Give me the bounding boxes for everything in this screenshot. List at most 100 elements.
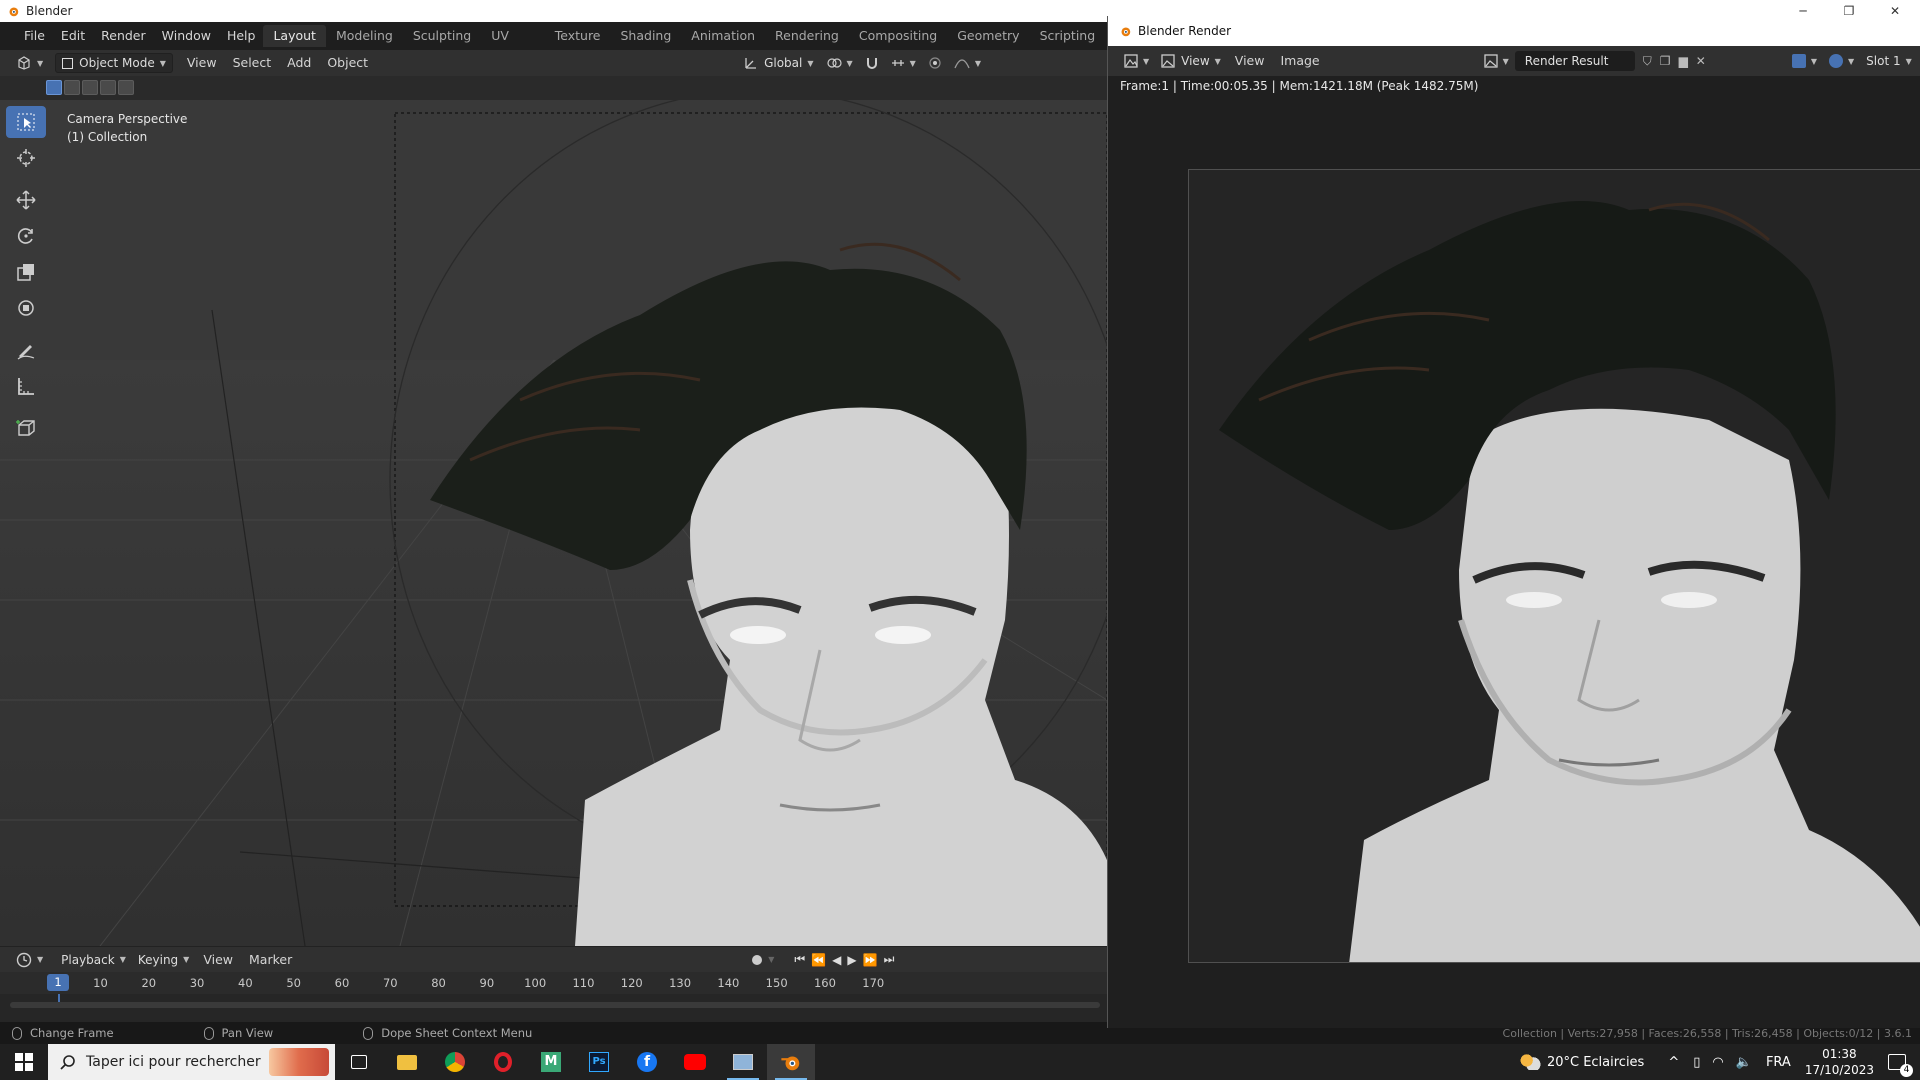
render-info-text: Frame:1 | Time:00:05.35 | Mem:1421.18M (… [1120,79,1479,93]
timeline-body[interactable] [0,994,1107,1022]
keying-menu[interactable]: Keying ▼ [132,950,195,970]
wifi-icon[interactable]: ◠ [1712,1055,1723,1070]
3d-viewport[interactable]: Camera Perspective (1) Collection [0,100,1107,946]
weather-text[interactable]: 20°C Eclaircies [1547,1055,1644,1070]
menu-edit[interactable]: Edit [53,25,93,47]
tab-sculpting[interactable]: Sculpting [403,25,481,47]
tab-uv-editing[interactable]: UV Editing [481,25,545,65]
annotate-tool[interactable] [6,334,46,366]
auto-keying-icon[interactable] [752,954,763,965]
timeline-view-menu[interactable]: View [195,949,241,971]
menu-file[interactable]: File [16,25,53,47]
taskbar-chrome[interactable] [431,1044,479,1080]
render-image-menu[interactable]: Image [1272,50,1327,72]
tab-texture-paint[interactable]: Texture Paint [545,25,611,65]
head-model[interactable] [430,242,1107,946]
render-view-menu[interactable]: View [1227,50,1273,72]
image-editor-icon [1124,54,1138,68]
taskbar-search-box[interactable]: Taper ici pour rechercher [48,1044,335,1080]
select-extend-mode-button[interactable] [64,80,80,95]
transform-tool[interactable] [6,292,46,324]
tab-shading[interactable]: Shading [611,25,682,47]
playback-menu[interactable]: Playback ▼ [55,950,132,970]
measure-tool[interactable] [6,370,46,402]
gizmo-toggle[interactable]: ▼ [1786,51,1823,71]
play-reverse-icon[interactable]: ◀ [832,953,841,967]
unlink-image-icon[interactable]: ✕ [1696,54,1706,68]
image-editor-type-button[interactable]: ▼ [1118,51,1155,71]
select-new-mode-button[interactable] [46,80,62,95]
select-intersect-mode-button[interactable] [118,80,134,95]
overlay-toggle[interactable]: ▼ [1823,51,1860,71]
opera-icon [494,1052,512,1072]
rotate-tool[interactable] [6,220,46,252]
taskbar-opera[interactable] [479,1044,527,1080]
device-icon[interactable]: ▯ [1693,1055,1700,1070]
tab-scripting[interactable]: Scripting [1030,25,1106,47]
jump-start-icon[interactable]: ⏮ [794,952,805,967]
jump-end-icon[interactable]: ⏭ [884,952,895,967]
object-mode-dropdown[interactable]: Object Mode ▼ [55,53,173,73]
proportional-falloff-dropdown[interactable]: ▼ [948,53,987,73]
menu-render[interactable]: Render [93,25,154,47]
fake-user-shield-icon[interactable]: ⛉ [1643,54,1652,69]
timeline-editor-type-button[interactable]: ▼ [10,950,49,970]
tab-geometry-nodes[interactable]: Geometry Nodes [947,25,1029,65]
volume-icon[interactable]: 🔈 [1736,1055,1752,1070]
tab-rendering[interactable]: Rendering [765,25,849,47]
taskbar-app-window[interactable] [719,1044,767,1080]
vp-menu-select[interactable]: Select [225,52,280,74]
language-indicator[interactable]: FRA [1766,1055,1791,1070]
select-box-tool[interactable] [6,106,46,138]
vp-menu-object[interactable]: Object [319,52,376,74]
image-mode-dropdown[interactable]: View ▼ [1155,51,1227,71]
timeline-scrollbar[interactable] [10,1002,1100,1008]
taskbar-app-m[interactable]: M [527,1044,575,1080]
duplicate-image-icon[interactable]: ❐ [1660,54,1671,68]
vp-menu-view[interactable]: View [179,52,225,74]
timeline-marker-menu[interactable]: Marker [241,949,300,971]
open-folder-icon[interactable]: ▆ [1679,54,1688,68]
task-view-button[interactable] [335,1044,383,1080]
taskbar-blender[interactable] [767,1044,815,1080]
taskbar-file-explorer[interactable] [383,1044,431,1080]
snap-toggle[interactable] [859,53,885,73]
tab-animation[interactable]: Animation [681,25,765,47]
transform-orientation-dropdown[interactable]: Global ▼ [738,53,819,73]
render-canvas[interactable] [1108,96,1920,1028]
editor-type-button[interactable]: ▼ [10,53,49,73]
current-frame-indicator[interactable]: 1 [47,974,69,991]
show-hidden-icons[interactable]: ^ [1668,1055,1679,1070]
snap-target-dropdown[interactable]: ▼ [885,53,922,73]
taskbar-youtube[interactable] [671,1044,719,1080]
image-name-field[interactable]: Render Result [1514,51,1635,71]
render-slot-dropdown[interactable]: Slot 1 ▼ [1860,51,1918,71]
select-subtract-mode-button[interactable] [82,80,98,95]
menu-window[interactable]: Window [154,25,219,47]
proportional-editing-toggle[interactable] [922,53,948,73]
vp-menu-add[interactable]: Add [279,52,319,74]
jump-keyframe-back-icon[interactable]: ⏪ [811,953,826,967]
menu-help[interactable]: Help [219,25,264,47]
select-invert-mode-button[interactable] [100,80,116,95]
pivot-point-dropdown[interactable]: ▼ [820,53,859,73]
notification-center-icon[interactable]: 4 [1888,1054,1913,1077]
cursor-tool[interactable] [6,142,46,174]
folder-icon [397,1054,417,1070]
start-button[interactable] [0,1044,48,1080]
taskbar-photoshop[interactable]: Ps [575,1044,623,1080]
move-tool[interactable] [6,184,46,216]
play-icon[interactable]: ▶ [847,953,856,967]
tab-compositing[interactable]: Compositing [849,25,947,47]
taskbar-clock[interactable]: 01:38 17/10/2023 [1805,1046,1874,1078]
taskbar-facebook[interactable]: f [623,1044,671,1080]
tab-layout[interactable]: Layout [263,25,326,47]
scale-tool[interactable] [6,256,46,288]
jump-keyframe-forward-icon[interactable]: ⏩ [863,953,878,967]
browse-image-button[interactable]: ▼ [1478,51,1515,71]
add-cube-tool[interactable] [6,412,46,444]
tab-modeling[interactable]: Modeling [326,25,403,47]
weather-icon[interactable] [1518,1054,1541,1070]
timeline-ruler[interactable]: 1 10 20 30 40 50 60 70 80 90 100 110 120 130 140 150 16… [0,972,1107,994]
playback-label: Playback [61,952,115,967]
